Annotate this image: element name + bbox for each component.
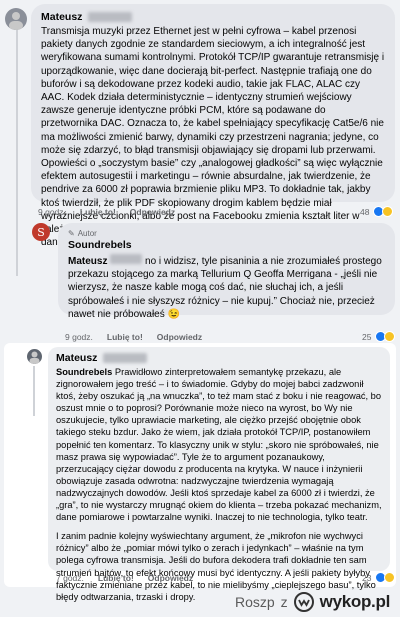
comment-actions: 7 godz. Lubię to! Odpowiedz	[56, 573, 193, 583]
author-avatar[interactable]: S	[32, 223, 50, 241]
thread-line	[33, 366, 35, 416]
redacted-surname	[110, 254, 143, 264]
author-badge-icon: ✎	[68, 229, 75, 238]
reaction-count[interactable]: 23	[362, 572, 396, 583]
like-button[interactable]: Lubię to!	[80, 207, 116, 217]
commenter-name[interactable]: Soundrebels	[68, 238, 385, 252]
redacted-surname	[88, 12, 133, 22]
reaction-count[interactable]: 48	[360, 206, 394, 217]
reaction-number: 23	[362, 572, 372, 583]
like-button[interactable]: Lubię to!	[98, 573, 134, 583]
comment-actions: 9 godz. Lubię to! Odpowiedz	[65, 332, 202, 342]
reply-button[interactable]: Odpowiedz	[148, 573, 193, 583]
reaction-number: 48	[360, 206, 370, 217]
comment-time[interactable]: 7 godz.	[56, 573, 84, 583]
comment-time[interactable]: 9 godz.	[38, 207, 66, 217]
comment-bubble: Mateusz Soundrebels Prawidłowo zinterpre…	[48, 347, 390, 602]
reply-button[interactable]: Odpowiedz	[157, 332, 202, 342]
separator: z	[280, 594, 288, 610]
brand-name: wykop.pl	[319, 592, 391, 611]
avatar[interactable]	[5, 8, 27, 30]
avatar[interactable]	[27, 349, 42, 364]
haha-reaction-icon	[382, 206, 394, 217]
commenter-name[interactable]: Mateusz	[41, 10, 82, 24]
mention[interactable]: Mateusz	[68, 256, 107, 267]
reaction-number: 25	[362, 331, 372, 342]
thread-line	[16, 30, 18, 276]
svg-text:S: S	[37, 226, 45, 239]
comment-time[interactable]: 9 godz.	[65, 332, 93, 342]
comment-bubble: Mateusz Transmisja muzyki przez Ethernet…	[31, 4, 395, 248]
reply-button[interactable]: Odpowiedz	[130, 207, 175, 217]
commenter-name[interactable]: Mateusz	[56, 351, 97, 365]
wykop-logo-icon	[293, 592, 314, 612]
author-comment-bubble: ✎ Autor Soundrebels Mateusz no i widzisz…	[58, 223, 395, 320]
author-label: Autor	[77, 229, 97, 238]
redacted-surname	[103, 353, 148, 363]
comment-actions: 9 godz. Lubię to! Odpowiedz	[38, 207, 175, 217]
watermark: Roszp z wykop.pl	[0, 583, 400, 617]
haha-reaction-icon	[384, 572, 396, 583]
mention[interactable]: Soundrebels	[56, 367, 112, 377]
comment-text: no i widzisz, tyle pisaninia a nie zrozu…	[68, 256, 382, 320]
comment-text: Prawidłowo zinterpretowałem semantykę pr…	[56, 367, 382, 523]
haha-reaction-icon	[384, 331, 396, 342]
reaction-count[interactable]: 25	[362, 331, 396, 342]
post-author: Roszp	[234, 594, 275, 610]
like-button[interactable]: Lubię to!	[107, 332, 143, 342]
